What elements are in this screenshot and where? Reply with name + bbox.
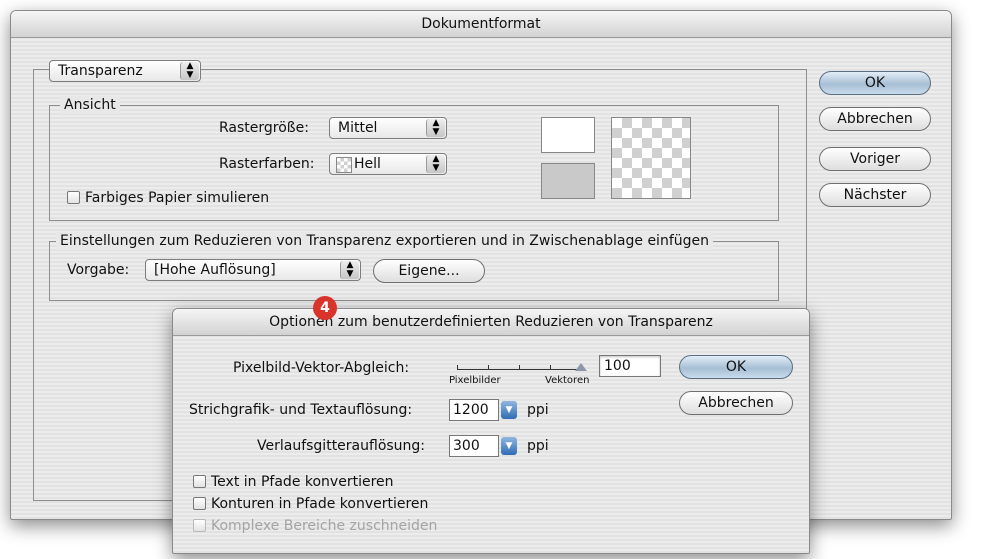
slider-max-label: Vektoren (545, 375, 590, 386)
updown-arrows-icon: ▲ ▼ (340, 261, 359, 279)
custom-flattener-dialog: Optionen zum benutzerdefinierten Reduzie… (172, 308, 810, 554)
flattener-legend: Einstellungen zum Reduzieren von Transpa… (56, 232, 713, 250)
slider-tick (488, 365, 489, 369)
updown-arrows-icon: ▲ ▼ (426, 119, 445, 137)
sub-cancel-button[interactable]: Abbrechen (679, 391, 793, 415)
cancel-label: Abbrechen (837, 111, 913, 127)
updown-arrows-icon: ▲ ▼ (426, 155, 445, 173)
section-popup-value: Transparenz (58, 63, 143, 79)
text-to-paths-checkbox[interactable] (193, 475, 206, 488)
clip-complex-regions-label: Komplexe Bereiche zuschneiden (211, 518, 438, 534)
cancel-button[interactable]: Abbrechen (819, 107, 931, 131)
gradient-label: Verlaufsgitterauflösung: (257, 438, 426, 454)
grid-color-swatch-white[interactable] (541, 117, 595, 153)
step-badge-number: 4 (320, 300, 330, 316)
strokes-to-paths-label[interactable]: Konturen in Pfade konvertieren (211, 493, 428, 515)
line-art-unit: ppi (527, 402, 549, 418)
chevron-down-icon[interactable]: ▼ (501, 437, 517, 455)
step-badge: 4 (313, 296, 337, 320)
grid-preview (611, 117, 691, 199)
custom-preset-label: Eigene... (398, 263, 460, 279)
ok-button[interactable]: OK (819, 71, 931, 95)
ansicht-legend: Ansicht (60, 96, 120, 114)
sub-ok-button[interactable]: OK (679, 355, 793, 379)
line-art-combo[interactable]: 1200 ▼ (449, 399, 521, 421)
raster-vector-value: 100 (604, 358, 631, 374)
custom-preset-button[interactable]: Eigene... (373, 259, 485, 283)
raster-vector-slider[interactable]: Pixelbilder Vektoren (449, 355, 589, 391)
simulate-paper-label[interactable]: Farbiges Papier simulieren (85, 187, 269, 209)
ok-label: OK (864, 75, 886, 91)
previous-button[interactable]: Voriger (819, 147, 931, 171)
next-label: Nächster (843, 187, 907, 203)
slider-tick (519, 365, 520, 369)
dialog-title: Dokumentformat (421, 16, 541, 32)
slider-track (457, 369, 581, 370)
strokes-to-paths-checkbox[interactable] (193, 497, 206, 510)
grid-color-swatch-gray[interactable] (541, 163, 595, 199)
simulate-paper-checkbox[interactable] (67, 191, 80, 204)
raster-vector-input[interactable]: 100 (599, 355, 661, 377)
slider-thumb[interactable] (575, 363, 587, 371)
dialog-titlebar[interactable]: Dokumentformat (11, 11, 951, 38)
sub-dialog-titlebar[interactable]: Optionen zum benutzerdefinierten Reduzie… (173, 309, 809, 336)
slider-tick (550, 365, 551, 369)
raster-colors-label: Rasterfarben: (219, 156, 315, 172)
updown-arrows-icon: ▲ ▼ (180, 62, 199, 80)
line-art-label: Strichgrafik- und Textauflösung: (189, 402, 413, 418)
slider-min-label: Pixelbilder (449, 375, 501, 386)
gradient-unit: ppi (527, 438, 549, 454)
raster-colors-popup[interactable]: Hell ▲ ▼ (329, 153, 447, 175)
raster-size-value: Mittel (338, 120, 378, 136)
slider-tick (457, 365, 458, 369)
gradient-value[interactable]: 300 (449, 435, 499, 457)
clip-complex-regions-checkbox (193, 519, 206, 532)
sub-cancel-label: Abbrechen (698, 395, 774, 411)
chevron-down-icon[interactable]: ▼ (501, 401, 517, 419)
light-grid-swatch-icon (336, 157, 352, 173)
text-to-paths-label[interactable]: Text in Pfade konvertieren (211, 471, 394, 493)
preset-label: Vorgabe: (67, 262, 130, 278)
gradient-combo[interactable]: 300 ▼ (449, 435, 521, 457)
raster-size-popup[interactable]: Mittel ▲ ▼ (329, 117, 447, 139)
sub-dialog-title: Optionen zum benutzerdefinierten Reduzie… (269, 314, 713, 330)
previous-label: Voriger (850, 151, 900, 167)
next-button[interactable]: Nächster (819, 183, 931, 207)
sub-ok-label: OK (725, 359, 747, 375)
raster-size-label: Rastergröße: (219, 120, 309, 136)
raster-colors-value: Hell (354, 156, 381, 172)
preset-popup[interactable]: [Hohe Auflösung] ▲ ▼ (145, 259, 361, 281)
section-popup[interactable]: Transparenz ▲ ▼ (49, 60, 201, 82)
raster-vector-label: Pixelbild-Vektor-Abgleich: (233, 360, 410, 376)
line-art-value[interactable]: 1200 (449, 399, 499, 421)
preset-value: [Hohe Auflösung] (154, 262, 276, 278)
